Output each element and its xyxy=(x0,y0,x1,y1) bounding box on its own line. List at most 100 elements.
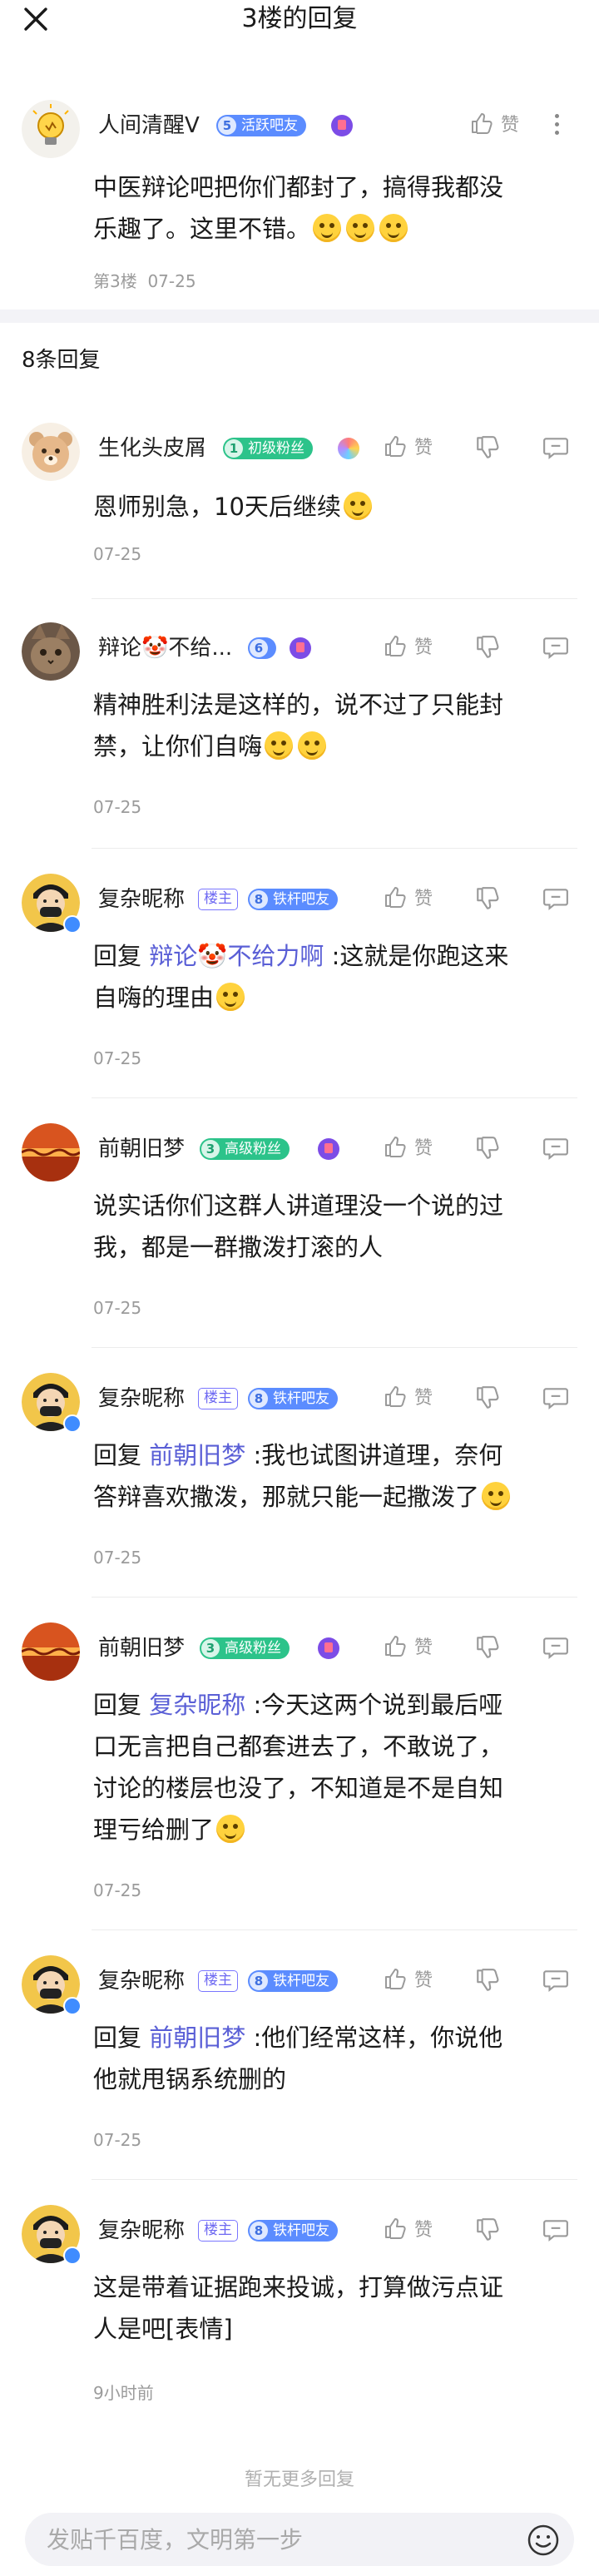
reply-time: 07-25 xyxy=(93,1880,142,1900)
author-name[interactable]: 生化头皮屑 xyxy=(98,434,206,463)
avatar[interactable] xyxy=(22,100,80,158)
reply-prefix: 回复 xyxy=(93,1441,142,1469)
author-name[interactable]: 复杂昵称 xyxy=(98,1385,185,1413)
level-number: 1 xyxy=(225,439,243,458)
avatar[interactable] xyxy=(22,2205,82,2265)
thumbs-up-icon xyxy=(385,1969,406,1989)
thumbs-down-icon[interactable] xyxy=(474,2217,501,2243)
smile-emoji-icon xyxy=(343,492,372,520)
reply-content: 回复 复杂昵称 :今天这两个说到最后哑 口无言把自己都套进去了，不敢说了， 讨论… xyxy=(93,1684,503,1850)
author-name[interactable]: 前朝旧梦 xyxy=(98,1135,185,1163)
thumbs-down-icon[interactable] xyxy=(474,1135,501,1162)
reply-time: 07-25 xyxy=(93,2130,142,2150)
thumbs-down-icon[interactable] xyxy=(474,634,501,661)
page-title: 3楼的回复 xyxy=(241,4,358,33)
reply-content: 精神胜利法是这样的，说不过了只能封 禁，让你们自嗨 xyxy=(93,684,503,767)
more-options-button[interactable] xyxy=(552,110,561,140)
thumbs-up-icon xyxy=(385,1636,406,1657)
reply-to-user-link[interactable]: 前朝旧梦 xyxy=(149,1441,245,1469)
avatar[interactable] xyxy=(22,1123,80,1181)
reply-content: 说实话你们这群人讲道理没一个说的过 我，都是一群撒泼打滚的人 xyxy=(93,1185,503,1268)
author-name[interactable]: 复杂昵称 xyxy=(98,885,185,914)
post-meta: 第3楼 07-25 xyxy=(93,268,196,292)
like-label: 赞 xyxy=(414,889,433,909)
level-title: 铁杆吧友 xyxy=(273,1390,329,1407)
comment-input[interactable] xyxy=(47,2513,512,2566)
comment-icon[interactable] xyxy=(542,1967,569,1994)
post-content: 中医辩论吧把你们都封了，搞得我都没 乐趣了。这里不错。 xyxy=(93,166,503,250)
avatar[interactable] xyxy=(22,622,80,681)
comment-icon[interactable] xyxy=(542,434,569,461)
content-line: 恩师别急，10天后继续 xyxy=(93,486,374,528)
like-label: 赞 xyxy=(414,1388,433,1409)
avatar[interactable] xyxy=(22,423,80,481)
like-button[interactable]: 赞 xyxy=(383,632,433,659)
comment-icon[interactable] xyxy=(542,1634,569,1661)
host-tag: 楼主 xyxy=(198,889,238,910)
verified-badge-icon xyxy=(63,2247,82,2265)
reply-item: 生化头皮屑 1 初级粉丝 赞 恩师别急，10天后继续 07-25 xyxy=(0,406,599,599)
host-tag: 楼主 xyxy=(198,2220,238,2242)
reply-to-user-link[interactable]: 前朝旧梦 xyxy=(149,2024,245,2052)
content-line: 回复 复杂昵称 :今天这两个说到最后哑 xyxy=(93,1691,503,1719)
like-button[interactable]: 赞 xyxy=(383,1133,433,1160)
comment-input-bar[interactable] xyxy=(25,2513,574,2566)
floor-number: 第3楼 xyxy=(93,271,137,291)
medal-icon xyxy=(331,115,353,136)
author-name[interactable]: 前朝旧梦 xyxy=(98,1634,185,1662)
like-button[interactable]: 赞 xyxy=(383,2215,433,2242)
thumbs-down-icon[interactable] xyxy=(474,1385,501,1411)
comment-icon[interactable] xyxy=(542,1135,569,1162)
thumbs-down-icon[interactable] xyxy=(474,885,501,912)
reply-item: 复杂昵称 楼主 8 铁杆吧友 赞 回复 前朝旧梦 :我也试图讲道理，奈何 答辩喜欢… xyxy=(0,1348,599,1598)
host-tag: 楼主 xyxy=(198,1388,238,1409)
thumbs-down-icon[interactable] xyxy=(474,1967,501,1994)
smile-emoji-icon xyxy=(379,214,408,242)
avatar[interactable] xyxy=(22,874,82,934)
sunset-avatar-icon xyxy=(22,1123,80,1181)
no-more-replies: 暂无更多回复 xyxy=(244,2469,354,2490)
dot-icon xyxy=(554,114,559,118)
author-name[interactable]: 复杂昵称 xyxy=(98,1967,185,1995)
comment-icon[interactable] xyxy=(542,1385,569,1411)
emoji-icon[interactable] xyxy=(526,2523,561,2558)
like-button[interactable]: 赞 xyxy=(383,884,433,910)
comment-icon[interactable] xyxy=(542,2217,569,2243)
smile-emoji-icon xyxy=(346,214,375,242)
thumbs-down-icon[interactable] xyxy=(474,1634,501,1661)
like-button[interactable]: 赞 xyxy=(469,110,519,136)
author-name[interactable]: 辩论🤡不给... xyxy=(98,634,232,662)
comment-icon[interactable] xyxy=(542,634,569,661)
thumbs-up-icon xyxy=(385,436,406,457)
like-label: 赞 xyxy=(414,637,433,658)
medal-icon xyxy=(318,1138,339,1160)
reply-time: 07-25 xyxy=(93,1298,142,1318)
reply-item: 辩论🤡不给... 6 赞 精神胜利法是这样的，说不过了只能封 禁，让你们自嗨 0… xyxy=(0,599,599,849)
avatar[interactable] xyxy=(22,1955,82,2015)
reply-item: 前朝旧梦 3 高级粉丝 赞 说实话你们这群人讲道理没一个说的过 我，都是一群撒泼打… xyxy=(0,1098,599,1348)
like-button[interactable]: 赞 xyxy=(383,433,433,459)
author-name[interactable]: 复杂昵称 xyxy=(98,2217,185,2245)
level-number: 3 xyxy=(201,1140,220,1158)
like-button[interactable]: 赞 xyxy=(383,1965,433,1992)
level-title: 活跃吧友 xyxy=(241,117,298,134)
reply-time: 07-25 xyxy=(93,797,142,817)
avatar[interactable] xyxy=(22,1373,82,1433)
reply-to-user-link[interactable]: 复杂昵称 xyxy=(149,1691,245,1719)
author-name[interactable]: 人间清醒V xyxy=(98,111,200,140)
content-line: 回复 前朝旧梦 :我也试图讲道理，奈何 xyxy=(93,1441,503,1469)
level-title: 铁杆吧友 xyxy=(273,2222,329,2239)
content-line: 说实话你们这群人讲道理没一个说的过 xyxy=(93,1191,504,1220)
like-button[interactable]: 赞 xyxy=(383,1383,433,1409)
comment-icon[interactable] xyxy=(542,885,569,912)
reply-item: 复杂昵称 楼主 8 铁杆吧友 赞 这是带着证据跑来投诚，打算做污点证 人是吧[表情… xyxy=(0,2180,599,2430)
reply-to-user-link[interactable]: 辩论🤡不给力啊 xyxy=(149,942,324,970)
like-button[interactable]: 赞 xyxy=(383,1632,433,1659)
level-number: 3 xyxy=(201,1639,220,1657)
thumbs-down-icon[interactable] xyxy=(474,434,501,461)
reply-content: 这是带着证据跑来投诚，打算做污点证 人是吧[表情] xyxy=(93,2266,503,2350)
avatar[interactable] xyxy=(22,1622,80,1681)
thumbs-up-icon xyxy=(385,636,406,656)
level-badge: 3 高级粉丝 xyxy=(200,1138,290,1160)
level-number: 8 xyxy=(250,890,268,909)
